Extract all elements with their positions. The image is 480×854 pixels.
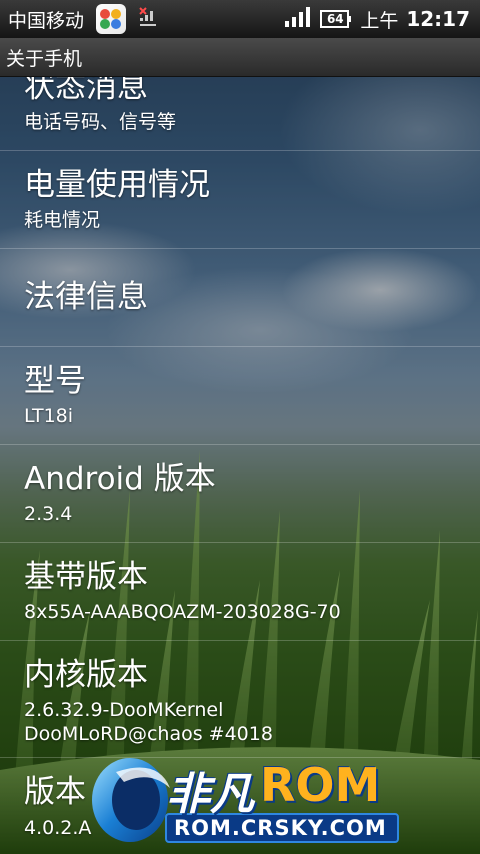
item-subtitle: 电话号码、信号等: [24, 111, 177, 133]
signal-strength-icon: [284, 6, 312, 33]
item-title: 基带版本: [24, 559, 148, 595]
app-store-notification-icon: [96, 4, 127, 34]
item-subtitle: 8x55A-AAABQOAZM-203028G-70: [24, 601, 341, 623]
title-bar: 关于手机: [0, 38, 480, 77]
list-item-kernel-version: 内核版本 2.6.32.9-DooMKernel DooMLoRD@chaos …: [0, 641, 480, 758]
no-signal-icon: [138, 5, 160, 34]
carrier-name: 中国移动: [8, 9, 85, 32]
am-pm-label: 上午: [360, 9, 399, 32]
settings-list[interactable]: 状态消息 电话号码、信号等 电量使用情况 耗电情况 法律信息 型号 LT18i …: [0, 77, 480, 854]
item-title: 内核版本: [24, 657, 148, 693]
list-item-baseband-version: 基带版本 8x55A-AAABQOAZM-203028G-70: [0, 543, 480, 641]
clock: 12:17: [406, 7, 470, 31]
item-title: 状态消息: [24, 77, 148, 105]
item-title: 型号: [24, 363, 86, 399]
item-subtitle: 2.6.32.9-DooMKernel: [24, 699, 224, 721]
item-subtitle-line2: DooMLoRD@chaos #4018: [24, 723, 273, 745]
list-item-legal[interactable]: 法律信息: [0, 249, 480, 347]
item-title: Android 版本: [24, 461, 216, 497]
item-title: 版本: [24, 774, 86, 810]
battery-level: 64: [326, 12, 344, 26]
item-title: 电量使用情况: [24, 167, 210, 203]
watermark-brand-en: ROM: [260, 758, 381, 812]
crsky-rom-watermark: 非凡 ROM ROM.CRSKY.COM: [88, 748, 408, 848]
item-subtitle: 耗电情况: [24, 209, 101, 231]
watermark-brand-cn: 非凡: [166, 769, 254, 820]
item-subtitle: 2.3.4: [24, 503, 73, 525]
list-item-status[interactable]: 状态消息 电话号码、信号等: [0, 77, 480, 151]
list-item-android-version: Android 版本 2.3.4: [0, 445, 480, 543]
watermark-url: ROM.CRSKY.COM: [174, 816, 387, 840]
item-title: 法律信息: [24, 279, 148, 315]
item-subtitle: 4.0.2.A: [24, 817, 92, 839]
item-subtitle: LT18i: [24, 405, 74, 427]
list-item-battery-use[interactable]: 电量使用情况 耗电情况: [0, 151, 480, 249]
list-item-model: 型号 LT18i: [0, 347, 480, 445]
page-title: 关于手机: [6, 47, 83, 70]
status-bar: 中国移动 64 上午 12:17: [0, 0, 480, 38]
